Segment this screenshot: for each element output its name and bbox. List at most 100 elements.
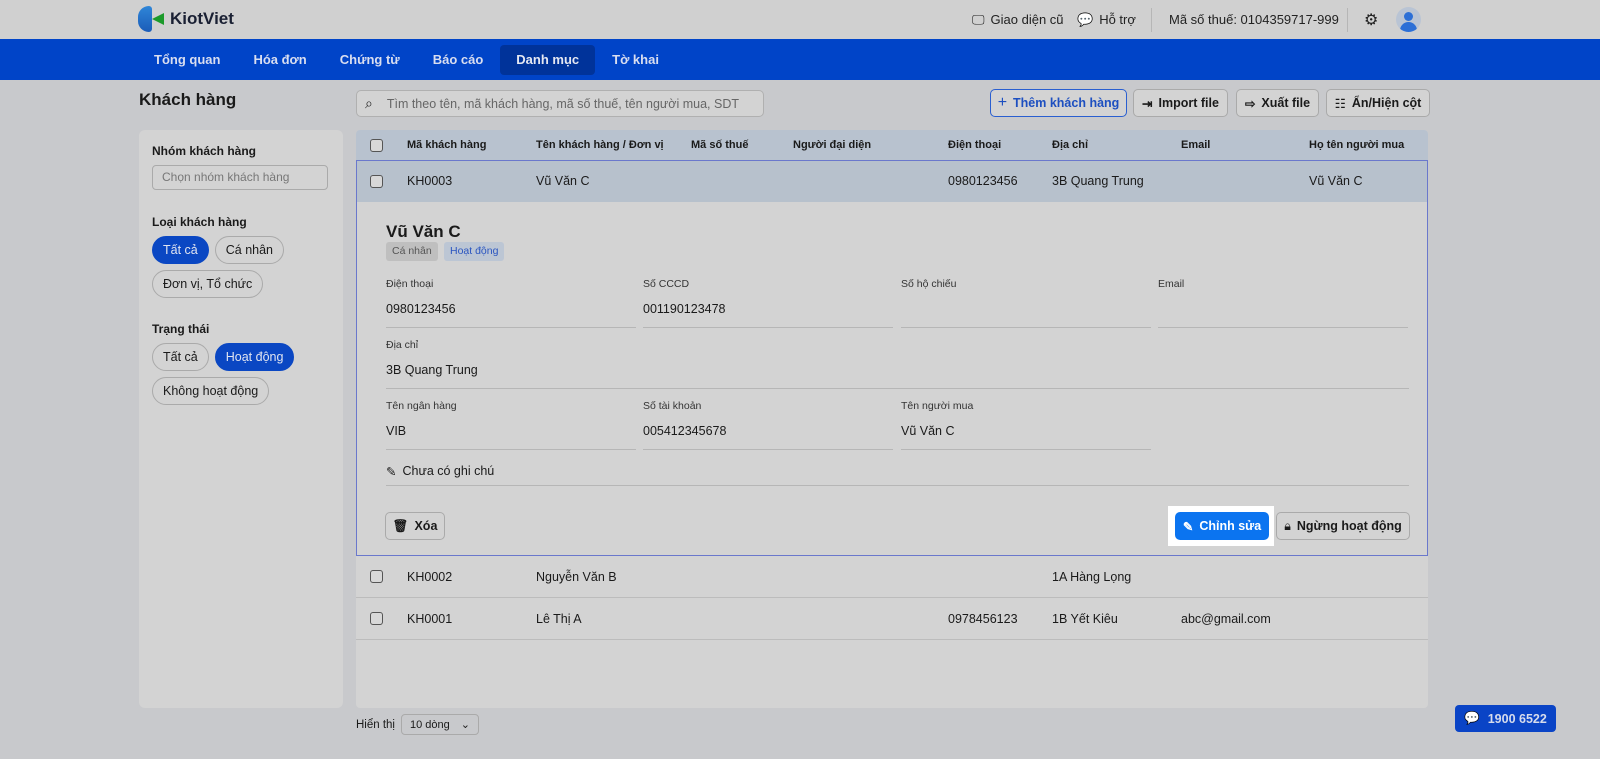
col-address: Địa chỉ	[1052, 139, 1089, 151]
bank-field[interactable]: Tên ngân hàng VIB	[386, 400, 636, 450]
nav-bao-cao[interactable]: Báo cáo	[417, 45, 500, 75]
filter-sidebar: Nhóm khách hàng Chọn nhóm khách hàng Loạ…	[139, 130, 343, 708]
buyer-field[interactable]: Tên người mua Vũ Văn C	[901, 400, 1151, 450]
avatar[interactable]	[1396, 7, 1421, 32]
email-field[interactable]: Email	[1158, 278, 1408, 328]
chevron-down-icon: ⌄	[460, 719, 470, 731]
field-value: 005412345678	[643, 424, 893, 450]
field-value: 3B Quang Trung	[386, 363, 1409, 389]
table-row[interactable]: KH0002 Nguyễn Văn B 1A Hàng Lọng	[356, 556, 1428, 598]
cell-phone: 0980123456	[948, 174, 1018, 188]
cell-buyer: Vũ Văn C	[1309, 174, 1363, 188]
edit-note-icon: ✎	[386, 465, 397, 479]
old-ui-link[interactable]: 🖵 Giao diện cũ	[972, 0, 1064, 39]
status-label: Trạng thái	[152, 322, 210, 336]
status-active-chip[interactable]: Hoạt động	[214, 343, 295, 371]
type-individual-chip[interactable]: Cá nhân	[214, 236, 285, 264]
page-size-value: 10 dòng	[410, 718, 450, 731]
cell-phone: 0978456123	[948, 611, 1018, 626]
deactivate-button[interactable]: 🔒︎ Ngừng hoạt động	[1276, 512, 1410, 540]
col-phone: Điện thoại	[948, 139, 1002, 151]
cell-code: KH0001	[407, 611, 453, 626]
import-file-button[interactable]: ⇥ Import file	[1133, 89, 1228, 117]
type-label: Loại khách hàng	[152, 215, 247, 229]
add-customer-button[interactable]: + Thêm khách hàng	[990, 89, 1127, 117]
row-checkbox[interactable]	[370, 174, 383, 188]
field-value: 0980123456	[386, 302, 636, 328]
field-label: Số hộ chiếu	[901, 278, 957, 290]
chat-icon: 💬	[1077, 11, 1094, 27]
table-row[interactable]: KH0003 Vũ Văn C 0980123456 3B Quang Trun…	[356, 160, 1428, 202]
status-inactive-chip[interactable]: Không hoạt động	[152, 377, 270, 405]
cell-address: 3B Quang Trung	[1052, 174, 1144, 188]
status-badge: Hoạt động	[444, 242, 505, 261]
table-header: Mã khách hàng Tên khách hàng / Đơn vị Mã…	[356, 130, 1428, 160]
type-badge: Cá nhân	[386, 242, 438, 261]
kiotviet-logo[interactable]: KiotViet	[138, 6, 234, 32]
col-name: Tên khách hàng / Đơn vị	[536, 139, 664, 151]
page-size-label: Hiển thị	[356, 718, 395, 731]
cell-address: 1B Yết Kiêu	[1052, 611, 1118, 626]
export-icon: ⇨	[1244, 96, 1256, 111]
nav-tong-quan[interactable]: Tổng quan	[138, 45, 236, 75]
select-all-checkbox[interactable]	[370, 138, 383, 152]
edit-button[interactable]: ✎ Chỉnh sửa	[1175, 512, 1269, 540]
toggle-columns-button[interactable]: ☷ Ẩn/Hiện cột	[1326, 89, 1430, 117]
col-tax: Mã số thuế	[691, 139, 749, 151]
group-select[interactable]: Chọn nhóm khách hàng	[152, 165, 328, 190]
field-value: 001190123478	[643, 302, 893, 328]
type-all-chip[interactable]: Tất cả	[152, 236, 209, 264]
customer-table: Mã khách hàng Tên khách hàng / Đơn vị Mã…	[356, 130, 1428, 708]
nav-danh-muc[interactable]: Danh mục	[500, 44, 596, 75]
table-row[interactable]: KH0001 Lê Thị A 0978456123 1B Yết Kiêu a…	[356, 598, 1428, 640]
lock-icon: 🔒︎	[1284, 518, 1291, 533]
page-title: Khách hàng	[139, 90, 237, 109]
nav-hoa-don[interactable]: Hóa đơn	[237, 45, 322, 75]
field-label: Tên người mua	[901, 400, 974, 412]
nav-to-khai[interactable]: Tờ khai	[596, 45, 675, 75]
row-checkbox[interactable]	[370, 570, 383, 583]
import-icon: ⇥	[1142, 96, 1153, 111]
columns-icon: ☷	[1334, 96, 1346, 111]
customer-detail-panel: Vũ Văn C Cá nhân Hoạt động Điện thoại 098…	[356, 202, 1428, 556]
trash-icon: 🗑	[392, 518, 409, 533]
support-link[interactable]: 💬 Hỗ trợ	[1077, 0, 1136, 39]
col-rep: Người đại diện	[793, 139, 872, 151]
address-field[interactable]: Địa chỉ 3B Quang Trung	[386, 339, 1409, 389]
page-size-select[interactable]: 10 dòng ⌄	[401, 714, 479, 735]
nav-chung-tu[interactable]: Chứng từ	[324, 45, 416, 75]
cccd-field[interactable]: Số CCCD 001190123478	[643, 278, 893, 328]
col-buyer: Họ tên người mua	[1309, 139, 1405, 151]
cell-name: Nguyễn Văn B	[536, 569, 617, 584]
col-email: Email	[1181, 139, 1211, 151]
type-organization-chip[interactable]: Đơn vị, Tổ chức	[152, 270, 264, 298]
divider	[1151, 8, 1152, 32]
phone-field[interactable]: Điện thoại 0980123456	[386, 278, 636, 328]
field-label: Email	[1158, 278, 1185, 290]
account-field[interactable]: Số tài khoản 005412345678	[643, 400, 893, 450]
pagination: Hiển thị 10 dòng ⌄	[356, 714, 479, 735]
note-input[interactable]: ✎ Chưa có ghi chú	[386, 464, 1409, 486]
field-value	[901, 302, 1151, 328]
cell-code: KH0003	[407, 174, 453, 188]
field-label: Số CCCD	[643, 278, 690, 290]
search-icon: ⌕	[365, 95, 373, 111]
main-nav: Tổng quan Hóa đơn Chứng từ Báo cáo Danh …	[0, 39, 1600, 80]
status-all-chip[interactable]: Tất cả	[152, 343, 209, 371]
field-value	[1158, 302, 1408, 328]
search-input[interactable]: ⌕ Tìm theo tên, mã khách hàng, mã số thuế…	[356, 90, 764, 117]
cell-name: Vũ Văn C	[536, 174, 590, 188]
row-checkbox[interactable]	[370, 612, 383, 625]
export-file-button[interactable]: ⇨ Xuất file	[1236, 89, 1319, 117]
field-label: Số tài khoản	[643, 400, 702, 412]
field-label: Tên ngân hàng	[386, 400, 457, 412]
passport-field[interactable]: Số hộ chiếu	[901, 278, 1151, 328]
pencil-icon: ✎	[1182, 519, 1194, 534]
monitor-icon: 🖵	[972, 11, 985, 27]
divider	[1347, 8, 1348, 32]
hotline-button[interactable]: 💬 1900 6522	[1455, 705, 1556, 732]
gear-icon[interactable]: ⚙	[1364, 0, 1378, 39]
delete-button[interactable]: 🗑 Xóa	[385, 512, 445, 540]
field-label: Điện thoại	[386, 278, 434, 290]
col-code: Mã khách hàng	[407, 139, 487, 151]
